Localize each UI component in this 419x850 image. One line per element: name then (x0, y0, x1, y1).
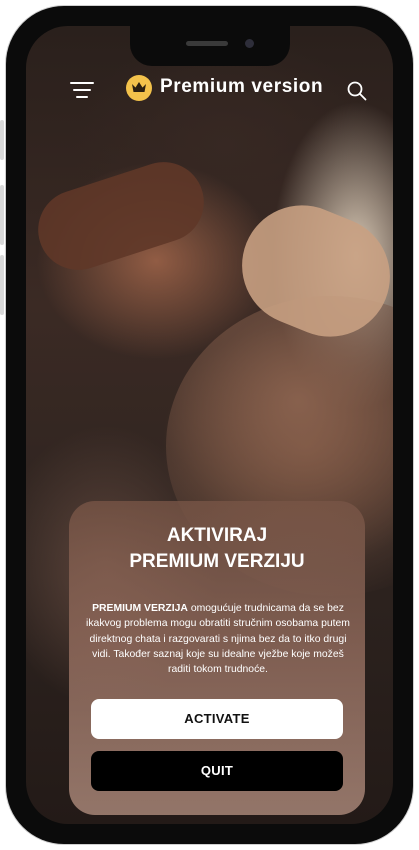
phone-side-button (0, 185, 4, 245)
phone-notch (130, 26, 290, 66)
activate-button[interactable]: ACTIVATE (91, 699, 343, 739)
background-photo-hand (27, 151, 215, 281)
top-bar: Premium version (26, 70, 393, 110)
description-highlight: PREMIUM VERZIJA (92, 603, 188, 614)
card-title-line1: AKTIVIRAJ (166, 525, 268, 546)
menu-icon[interactable] (70, 80, 94, 100)
phone-side-button (0, 255, 4, 315)
page-title: Premium version (160, 76, 324, 97)
phone-side-button (0, 120, 4, 160)
speaker (186, 41, 228, 46)
card-description: PREMIUM VERZIJA omogućuje trudnicama da … (81, 601, 355, 677)
quit-button[interactable]: QUIT (91, 751, 343, 791)
front-camera (245, 39, 254, 48)
card-title-line2: PREMIUM VERZIJU (129, 551, 305, 572)
premium-card: AKTIVIRAJ PREMIUM VERZIJU PREMIUM VERZIJ… (69, 501, 365, 815)
crown-icon (126, 75, 152, 101)
phone-frame: Premium version AKTIVIRAJ PREMIUM VERZIJ… (6, 6, 413, 844)
app-screen: Premium version AKTIVIRAJ PREMIUM VERZIJ… (26, 26, 393, 824)
search-icon[interactable] (346, 80, 368, 102)
